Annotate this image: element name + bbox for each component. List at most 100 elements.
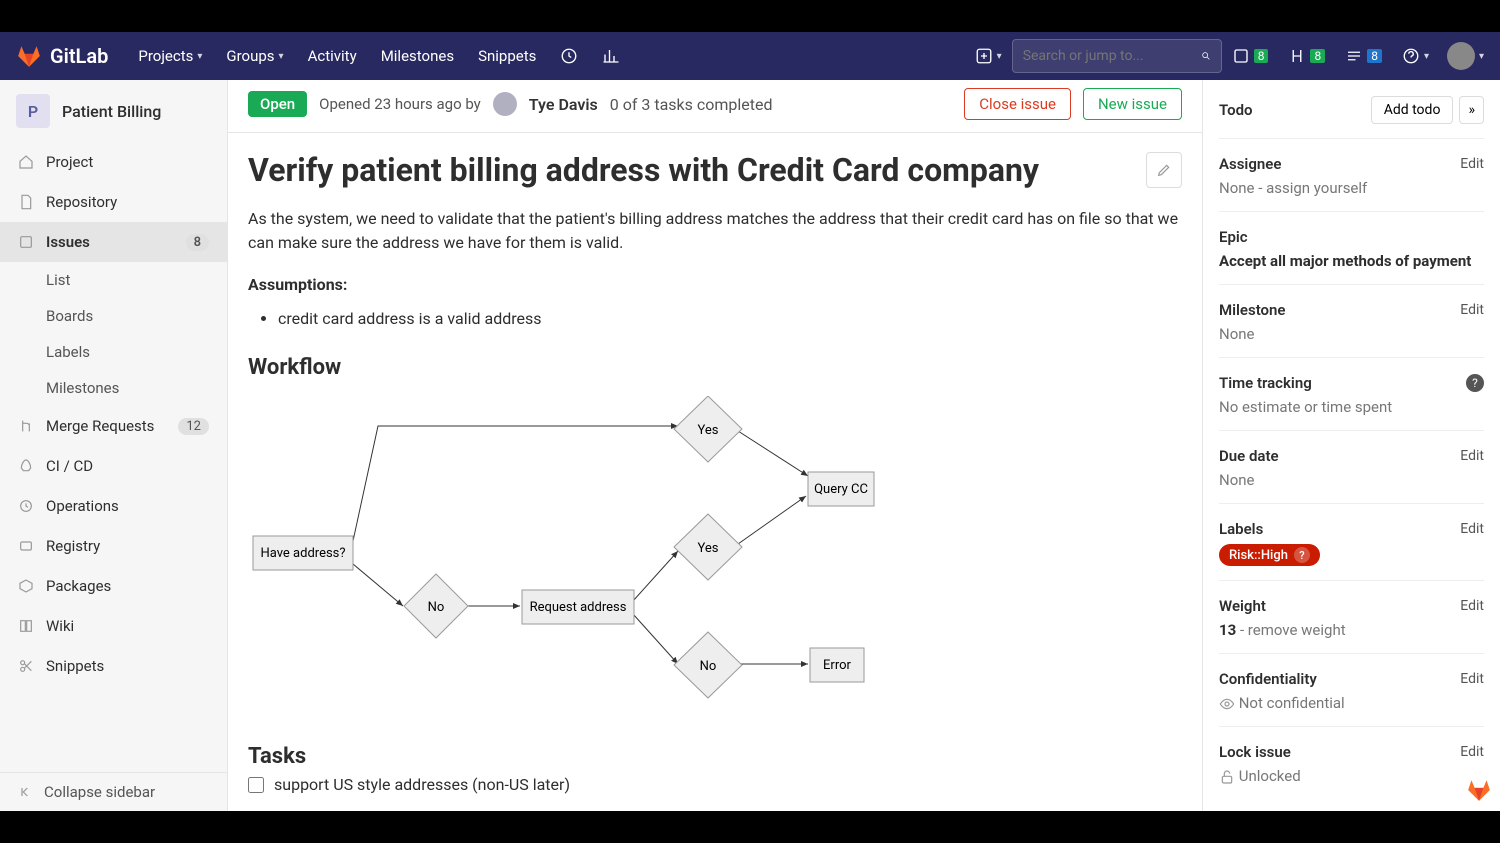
lock-value: Unlocked [1219,761,1484,785]
sidebar-item-repository[interactable]: Repository [0,182,227,222]
sidebar-item-project[interactable]: Project [0,142,227,182]
sidebar-item-packages[interactable]: Packages [0,566,227,606]
book-icon [18,618,34,634]
brand-text: GitLab [50,44,108,68]
weight-heading: Weight [1219,597,1266,615]
remove-label-icon[interactable]: ? [1294,547,1310,563]
sidebar-item-wiki[interactable]: Wiki [0,606,227,646]
workflow-diagram: Have address? Yes Query CC No Request ad… [248,396,1182,720]
nav-issues[interactable]: 8 [1222,47,1279,65]
project-header[interactable]: P Patient Billing [0,80,227,142]
sidebar-item-issues[interactable]: Issues8 [0,222,227,262]
svg-text:Yes: Yes [698,423,719,438]
nav-milestones[interactable]: Milestones [369,47,466,65]
operations-icon [18,498,34,514]
svg-text:Query CC: Query CC [814,482,868,497]
remove-weight[interactable]: - remove weight [1236,621,1345,639]
merge-icon [18,418,34,434]
nav-todos[interactable]: 8 [1335,47,1392,65]
workflow-heading: Workflow [248,355,1182,380]
assignee-value[interactable]: None - assign yourself [1219,173,1484,197]
svg-text:No: No [428,600,445,615]
nav-merge-requests[interactable]: 8 [1278,47,1335,65]
sidebar-item-snippets[interactable]: Snippets [0,646,227,686]
expand-sidebar-button[interactable]: » [1459,96,1484,124]
new-issue-button[interactable]: New issue [1083,88,1182,120]
nav-help[interactable]: ▾ [1392,47,1439,65]
epic-heading: Epic [1219,228,1248,246]
edit-milestone[interactable]: Edit [1460,302,1484,318]
help-icon[interactable]: ? [1466,374,1484,392]
lock-heading: Lock issue [1219,743,1291,761]
edit-due[interactable]: Edit [1460,448,1484,464]
sidebar-item-cicd[interactable]: CI / CD [0,446,227,486]
nav-plus[interactable]: ▾ [965,47,1012,65]
issue-sidebar: Todo Add todo » Assignee Edit None - assi… [1202,80,1500,811]
author-avatar[interactable] [493,92,517,116]
issue-header: Open Opened 23 hours ago by Tye Davis 0 … [228,80,1202,133]
task-progress: 0 of 3 tasks completed [610,95,773,114]
status-badge: Open [248,91,307,117]
nav-activity[interactable]: Activity [296,47,369,65]
nav-chart-icon[interactable] [590,47,632,65]
svg-text:Error: Error [823,658,851,673]
edit-assignee[interactable]: Edit [1460,156,1484,172]
epic-value[interactable]: Accept all major methods of payment [1219,252,1471,270]
sidebar-sub-list[interactable]: List [0,262,227,298]
svg-text:Have address?: Have address? [260,546,345,561]
author-name[interactable]: Tye Davis [529,95,598,114]
edit-conf[interactable]: Edit [1460,671,1484,687]
add-todo-button[interactable]: Add todo [1371,96,1454,124]
todo-label: Todo [1219,101,1253,119]
tasks-heading: Tasks [248,744,1182,769]
gitlab-corner-icon [1464,777,1494,807]
nav-snippets[interactable]: Snippets [466,47,548,65]
labels-heading: Labels [1219,520,1263,538]
close-issue-button[interactable]: Close issue [964,88,1071,120]
nav-projects[interactable]: Projects▾ [126,47,214,65]
edit-lock[interactable]: Edit [1460,744,1484,760]
assumptions-heading: Assumptions: [248,273,1182,297]
gitlab-icon [16,43,42,69]
search-input[interactable] [1023,48,1201,64]
edit-weight[interactable]: Edit [1460,598,1484,614]
chevron-down-icon: ▾ [1424,51,1429,62]
nav-webterminal-icon[interactable] [548,47,590,65]
issue-description: As the system, we need to validate that … [248,207,1182,255]
edit-issue-button[interactable] [1146,152,1182,188]
project-name: Patient Billing [62,102,161,121]
nav-groups[interactable]: Groups▾ [214,47,295,65]
registry-icon [18,538,34,554]
assignee-heading: Assignee [1219,155,1281,173]
sidebar-sub-boards[interactable]: Boards [0,298,227,334]
chevron-down-icon: ▾ [197,51,202,62]
task-label: support US style addresses (non-US later… [274,775,570,794]
user-avatar[interactable] [1447,42,1475,70]
label-risk-high[interactable]: Risk::High? [1219,544,1320,566]
task-item[interactable]: support US style addresses (non-US later… [248,769,1182,800]
sidebar-sub-milestones[interactable]: Milestones [0,370,227,406]
due-value: None [1219,465,1484,489]
rocket-icon [18,458,34,474]
sidebar: P Patient Billing Project Repository Iss… [0,80,228,811]
collapse-icon [18,784,34,800]
pencil-icon [1156,162,1172,178]
chevron-down-icon: ▾ [1479,51,1484,62]
main-content: Open Opened 23 hours ago by Tye Davis 0 … [228,80,1202,811]
edit-labels[interactable]: Edit [1460,521,1484,537]
time-heading: Time tracking [1219,374,1312,392]
gitlab-logo[interactable]: GitLab [16,43,108,69]
chevron-down-icon: ▾ [997,51,1002,62]
sidebar-item-registry[interactable]: Registry [0,526,227,566]
task-checkbox[interactable] [248,777,264,793]
search-box[interactable] [1012,39,1222,73]
collapse-sidebar[interactable]: Collapse sidebar [0,772,227,811]
unlock-icon [1219,769,1235,785]
sidebar-item-merge-requests[interactable]: Merge Requests12 [0,406,227,446]
sidebar-item-operations[interactable]: Operations [0,486,227,526]
svg-text:Yes: Yes [698,541,719,556]
time-value: No estimate or time spent [1219,392,1484,416]
issues-icon [18,234,34,250]
conf-heading: Confidentiality [1219,670,1317,688]
sidebar-sub-labels[interactable]: Labels [0,334,227,370]
